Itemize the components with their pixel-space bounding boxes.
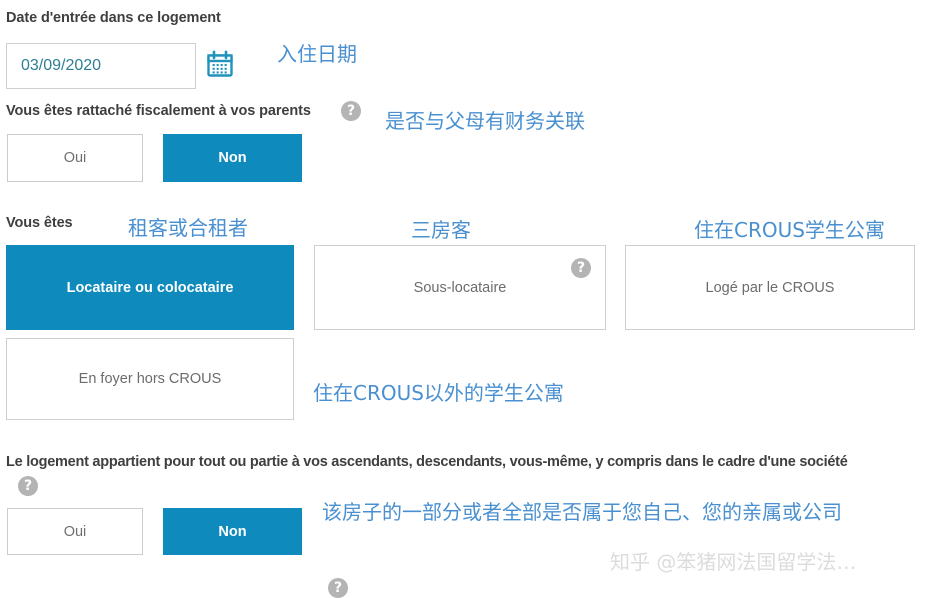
status-option-foyer-hors-crous[interactable]: En foyer hors CROUS — [6, 338, 294, 420]
status-option-souslocataire-annotation: 三房客 — [411, 218, 471, 242]
tax-option-non[interactable]: Non — [163, 134, 302, 182]
tax-question-annotation: 是否与父母有财务关联 — [385, 109, 585, 133]
watermark-text: 知乎 @笨猪网法国留学法… — [610, 550, 857, 574]
status-option-crous[interactable]: Logé par le CROUS — [625, 245, 915, 330]
tax-question-help-icon[interactable] — [341, 101, 361, 121]
status-option-locataire[interactable]: Locataire ou colocataire — [6, 245, 294, 330]
ownership-question-label: Le logement appartient pour tout ou part… — [6, 454, 848, 470]
status-option-foyer-annotation: 住在CROUS以外的学生公寓 — [313, 381, 564, 405]
date-question-label: Date d'entrée dans ce logement — [6, 10, 221, 26]
status-option-locataire-annotation: 租客或合租者 — [128, 216, 248, 240]
application-form-page: Date d'entrée dans ce logement 03/09/202… — [0, 0, 932, 598]
status-question-label: Vous êtes — [6, 215, 73, 231]
date-question-annotation: 入住日期 — [277, 42, 357, 66]
calendar-icon[interactable] — [206, 50, 234, 83]
next-question-help-icon[interactable] — [328, 578, 348, 598]
status-option-crous-annotation: 住在CROUS学生公寓 — [694, 218, 885, 242]
ownership-question-annotation: 该房子的一部分或者全部是否属于您自己、您的亲属或公司 — [322, 500, 842, 524]
status-option-souslocataire[interactable]: Sous-locataire — [314, 245, 606, 330]
tax-option-oui[interactable]: Oui — [7, 134, 143, 182]
status-option-souslocataire-help-icon[interactable] — [571, 258, 591, 278]
ownership-option-oui[interactable]: Oui — [7, 508, 143, 555]
move-in-date-input[interactable]: 03/09/2020 — [6, 43, 196, 89]
tax-question-label: Vous êtes rattaché fiscalement à vos par… — [6, 103, 311, 119]
ownership-question-help-icon[interactable] — [18, 476, 38, 496]
ownership-option-non[interactable]: Non — [163, 508, 302, 555]
